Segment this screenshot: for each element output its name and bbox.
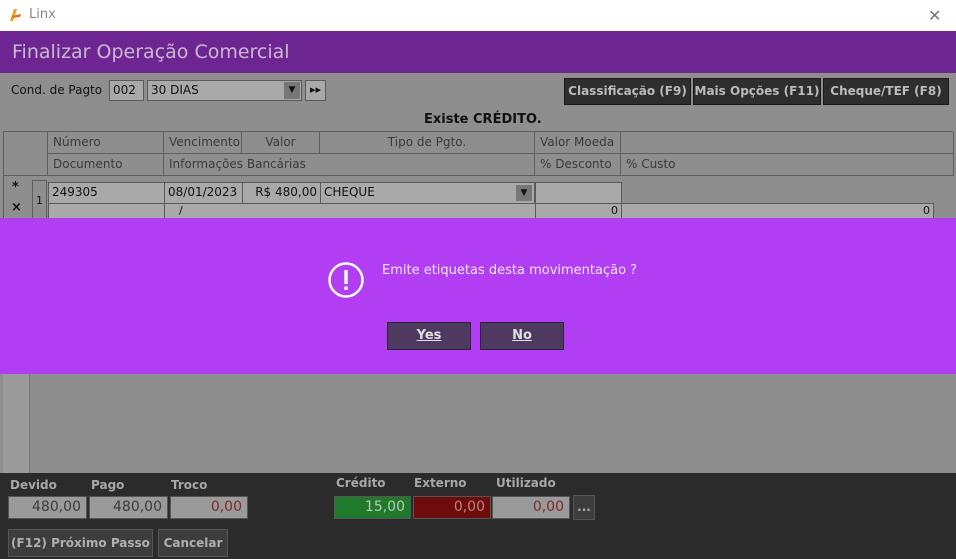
col-header-numero: Número	[48, 132, 164, 154]
credito-label: Crédito	[336, 476, 386, 490]
col-header-tipo-pgto: Tipo de Pgto.	[320, 132, 535, 154]
cheque-tef-button[interactable]: Cheque/TEF (F8)	[823, 78, 949, 105]
utilizado-more-button[interactable]: ...	[573, 495, 595, 520]
exclamation-icon	[328, 262, 364, 298]
next-arrow-button[interactable]: ▸▸	[305, 80, 326, 101]
documento-field[interactable]	[48, 203, 165, 219]
externo-label: Externo	[414, 476, 467, 490]
dialog-message: Emite etiquetas desta movimentação ?	[382, 263, 638, 278]
yes-button[interactable]: Yes	[387, 322, 471, 350]
info-bancarias-field[interactable]: /	[164, 203, 536, 219]
col-header-info-bancarias: Informações Bancárias	[164, 154, 535, 176]
col-header-desconto: % Desconto	[535, 154, 621, 176]
col-header-blank	[621, 132, 954, 154]
window-title: Linx	[29, 7, 56, 22]
window-title-bar: Linx ✕	[0, 0, 956, 31]
page-header: Finalizar Operação Comercial	[0, 31, 956, 73]
chevron-down-icon[interactable]: ▼	[284, 82, 300, 99]
page-title: Finalizar Operação Comercial	[12, 41, 290, 63]
col-header-vencimento: Vencimento	[164, 132, 242, 154]
close-icon[interactable]: ✕	[928, 6, 941, 25]
payments-grid: Número Vencimento Valor Tipo de Pgto. Va…	[3, 131, 954, 219]
classificacao-button[interactable]: Classificação (F9)	[564, 78, 691, 105]
utilizado-label: Utilizado	[496, 476, 556, 490]
troco-label: Troco	[171, 478, 208, 492]
cond-code-field[interactable]: 002	[109, 80, 144, 101]
grid-corner	[4, 132, 48, 176]
numero-field[interactable]: 249305	[48, 182, 165, 204]
credito-field: 15,00	[334, 496, 411, 519]
col-header-documento: Documento	[48, 154, 164, 176]
devido-field: 480,00	[8, 496, 87, 519]
valor-moeda-field[interactable]	[535, 182, 622, 204]
tipo-pgto-value: CHEQUE	[324, 185, 375, 199]
credit-banner: Existe CRÉDITO.	[424, 112, 542, 127]
pago-field: 480,00	[89, 496, 168, 519]
delete-row-icon[interactable]: ×	[11, 200, 22, 215]
tipo-pgto-select[interactable]: CHEQUE	[320, 182, 535, 204]
devido-label: Devido	[10, 478, 57, 492]
valor-field[interactable]: R$ 480,00	[242, 182, 321, 204]
row-marker-star: *	[12, 180, 19, 195]
no-button[interactable]: No	[480, 322, 564, 350]
confirm-dialog: Emite etiquetas desta movimentação ? Yes…	[0, 218, 956, 374]
troco-field: 0,00	[170, 496, 248, 519]
totals-footer: Devido 480,00 Pago 480,00 Troco 0,00 Cré…	[0, 473, 956, 559]
chevron-down-icon[interactable]: ▼	[516, 185, 532, 201]
vencimento-field[interactable]: 08/01/2023	[164, 182, 243, 204]
row-index: 1	[32, 180, 47, 219]
desconto-field[interactable]: 0	[535, 203, 622, 219]
next-step-button[interactable]: (F12) Próximo Passo	[8, 529, 153, 557]
cond-select[interactable]: 30 DIAS	[147, 80, 302, 101]
cond-select-value: 30 DIAS	[151, 83, 199, 97]
grid-row-header-strip	[3, 373, 30, 473]
utilizado-field: 0,00	[492, 496, 570, 519]
custo-field[interactable]: 0	[621, 203, 934, 219]
col-header-custo: % Custo	[621, 154, 954, 176]
col-header-valor: Valor	[242, 132, 320, 154]
linx-logo-icon	[10, 9, 21, 21]
col-header-valor-moeda: Valor Moeda	[535, 132, 621, 154]
pago-label: Pago	[91, 478, 125, 492]
cancel-button[interactable]: Cancelar	[158, 529, 228, 557]
cond-pagto-label: Cond. de Pagto	[11, 83, 103, 97]
externo-field: 0,00	[413, 496, 491, 519]
mais-opcoes-button[interactable]: Mais Opções (F11)	[693, 78, 821, 105]
